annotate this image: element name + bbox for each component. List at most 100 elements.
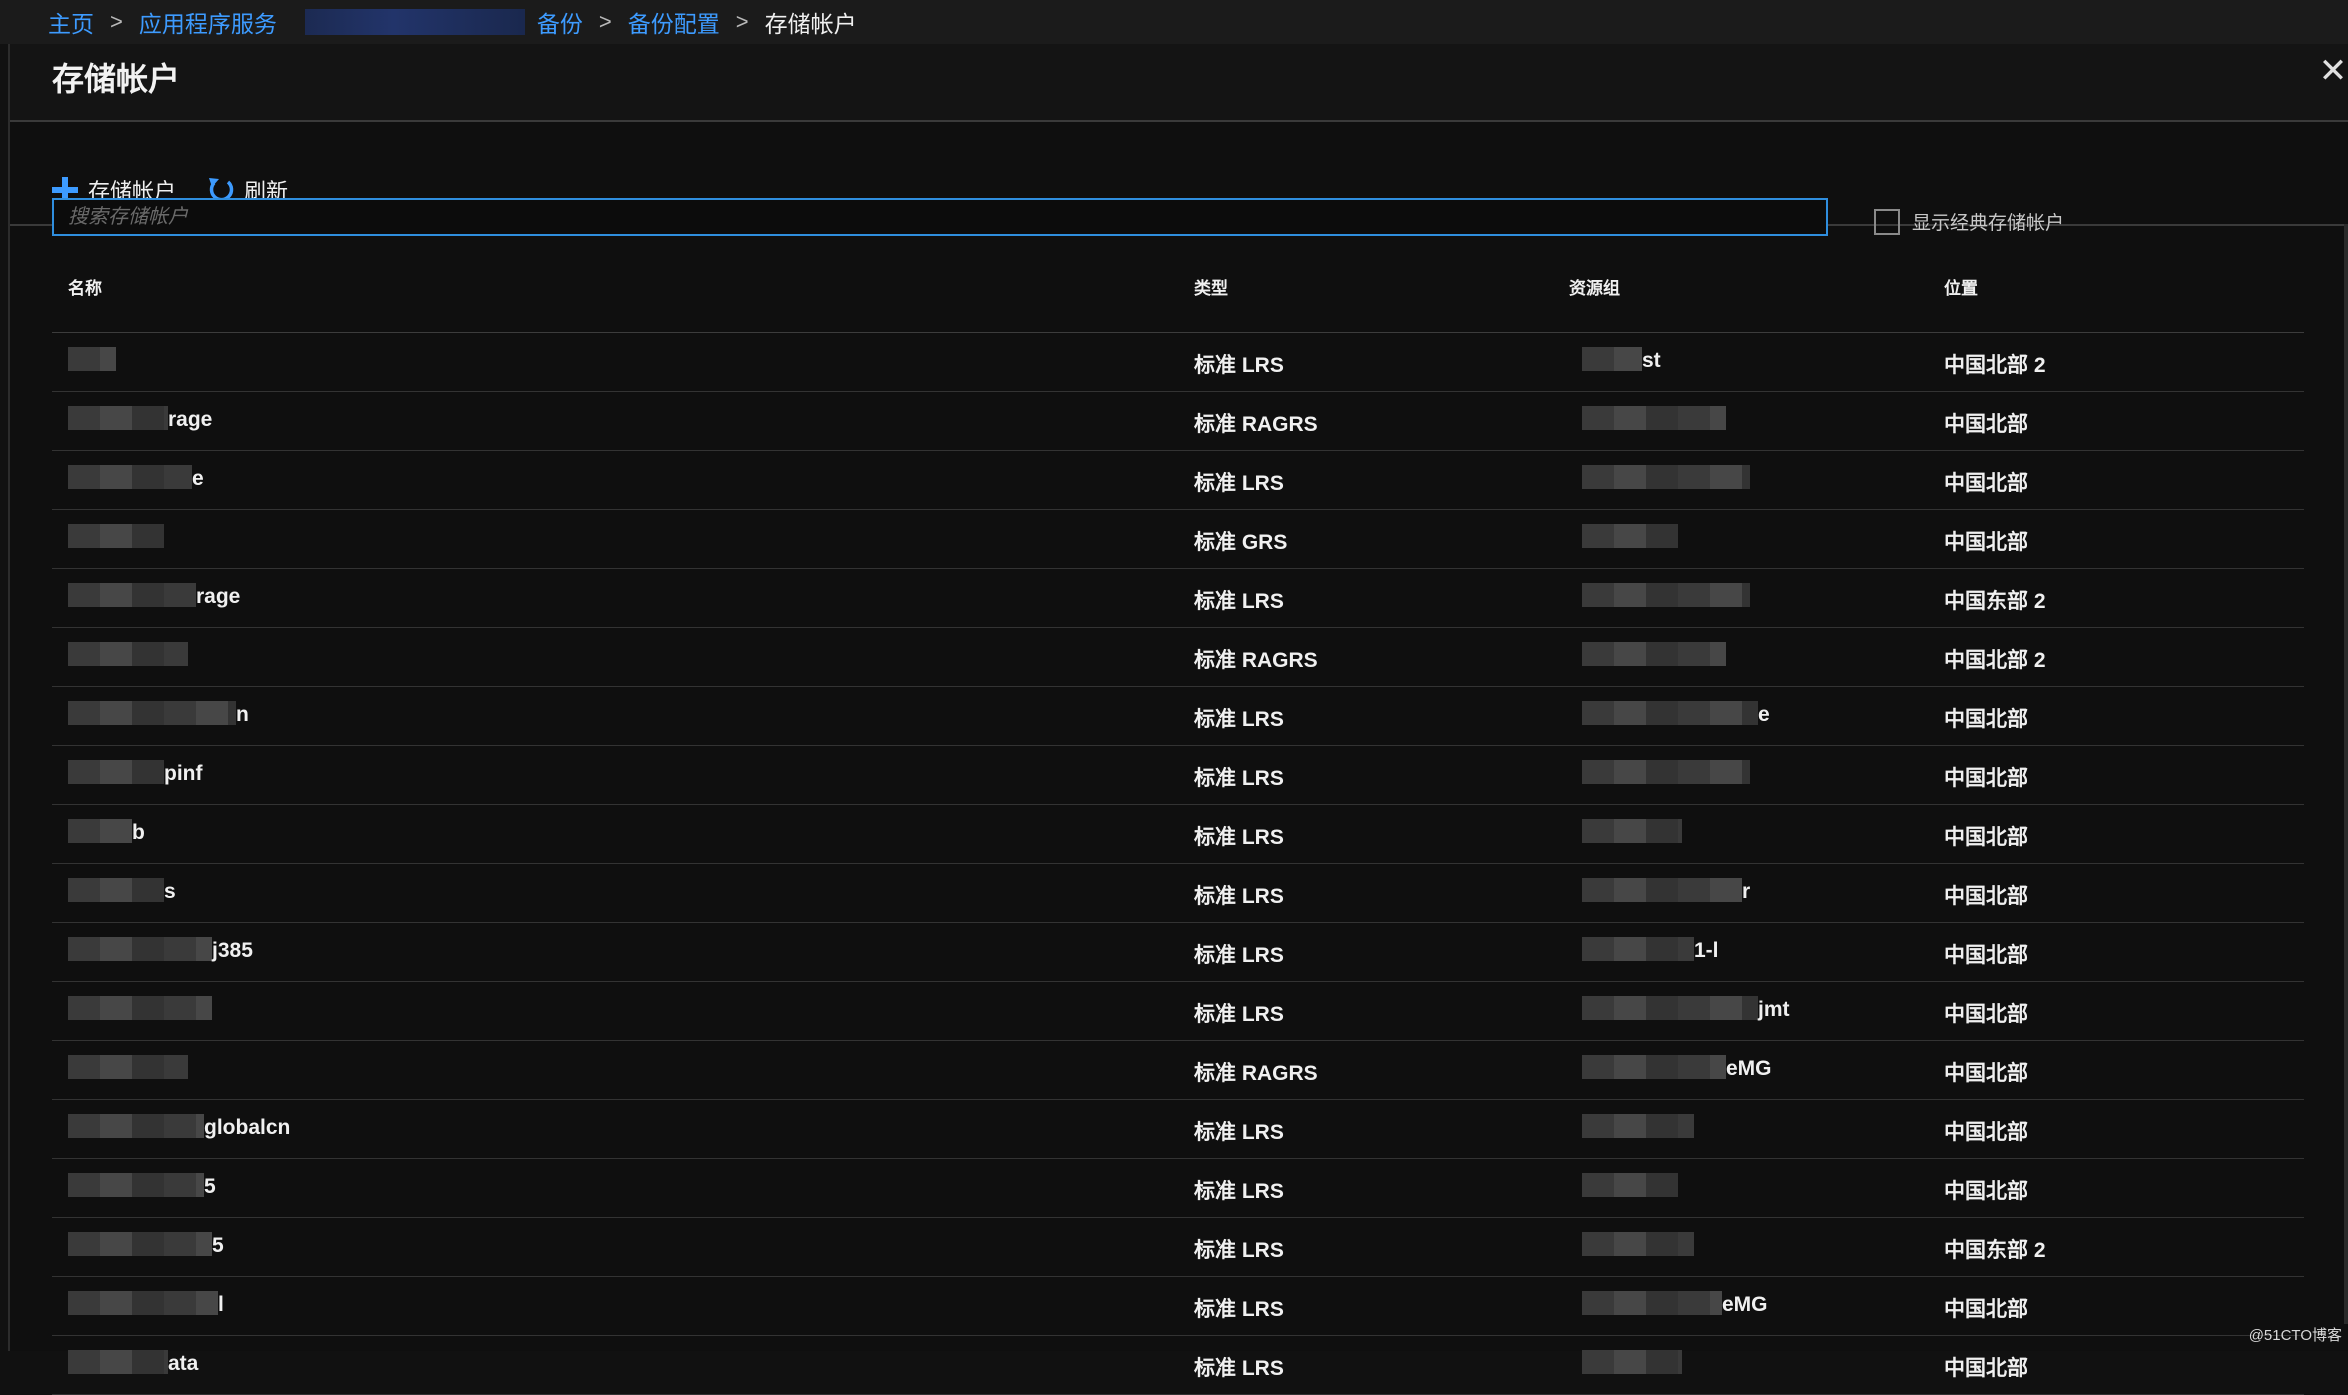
redacted-name-block [68,878,164,902]
table-row[interactable]: n 标准 LRS e 中国北部 [52,687,2304,746]
breadcrumb-separator: > [735,9,749,34]
redacted-resource-group-block [1582,642,1726,666]
breadcrumb-separator: > [110,9,123,34]
table-row[interactable]: ata 标准 LRS 中国北部 [52,1336,2304,1395]
redacted-name-block [68,465,192,489]
table-row[interactable]: j385 标准 LRS 1-l 中国北部 [52,923,2304,982]
redacted-name-block [68,1173,204,1197]
redacted-name-block [68,996,212,1020]
column-header-location[interactable]: 位置 [1944,274,1978,299]
cell-location: 中国北部 2 [1944,354,2046,377]
search-input[interactable] [52,198,1828,236]
scrollbar[interactable] [2344,224,2348,1324]
close-button[interactable]: ✕ [2316,54,2348,88]
cell-location: 中国北部 2 [1944,649,2046,672]
cell-resource-group: eMG [1722,1293,1768,1316]
cell-location: 中国北部 [1944,1357,2028,1380]
cell-type: 标准 RAGRS [1194,1062,1318,1085]
redacted-name-block [68,406,168,430]
cell-location: 中国北部 [1944,885,2028,908]
cell-resource-group: eMG [1726,1057,1772,1080]
cell-name: rage [168,408,213,431]
cell-type: 标准 LRS [1194,1003,1284,1026]
redacted-resource-group-block [1582,1114,1694,1138]
table-row[interactable]: 标准 GRS 中国北部 [52,510,2304,569]
cell-resource-group: e [1758,703,1770,726]
cell-type: 标准 LRS [1194,472,1284,495]
table-row[interactable]: 5 标准 LRS 中国东部 2 [52,1218,2304,1277]
cell-name: e [192,467,204,490]
redacted-name-block [68,1291,218,1315]
panel-title-bar: 存储帐户 ✕ [10,44,2348,122]
redacted-resource-group-block [1582,701,1758,725]
table-row[interactable]: globalcn 标准 LRS 中国北部 [52,1100,2304,1159]
cell-name: 5 [204,1175,216,1198]
cell-name: j385 [212,939,253,962]
table-row[interactable]: rage 标准 RAGRS 中国北部 [52,392,2304,451]
breadcrumb-home-link[interactable]: 主页 [48,5,94,39]
breadcrumb-backup-config-link[interactable]: 备份配置 [628,5,720,39]
cell-type: 标准 RAGRS [1194,649,1318,672]
table-header: 名称 类型 资源组 位置 [52,260,2304,333]
table-row[interactable]: e 标准 LRS 中国北部 [52,451,2304,510]
breadcrumb-current: 存储帐户 [764,11,857,37]
cell-type: 标准 LRS [1194,590,1284,613]
breadcrumb-separator: > [598,9,612,34]
cell-type: 标准 LRS [1194,1121,1284,1144]
table-row[interactable]: b 标准 LRS 中国北部 [52,805,2304,864]
cell-location: 中国北部 [1944,1121,2028,1144]
cell-location: 中国北部 [1944,767,2028,790]
column-header-resource-group[interactable]: 资源组 [1569,274,1620,299]
cell-type: 标准 LRS [1194,1239,1284,1262]
redacted-name-block [68,524,164,548]
redacted-resource-group-block [1582,878,1742,902]
table-row[interactable]: rage 标准 LRS 中国东部 2 [52,569,2304,628]
table-row[interactable]: pinf 标准 LRS 中国北部 [52,746,2304,805]
column-header-type[interactable]: 类型 [1194,274,1228,299]
table-row[interactable]: 标准 LRS jmt 中国北部 [52,982,2304,1041]
cell-name: rage [196,585,241,608]
redacted-name-block [68,583,196,607]
show-classic-checkbox[interactable] [1874,208,1900,235]
breadcrumb-backup-link[interactable]: 备份 [537,5,583,39]
redacted-resource-group-block [1582,583,1750,607]
storage-accounts-panel: 存储帐户 ✕ 存储帐户 刷新 显示经典存储帐户 名称 类型 资 [8,44,2348,1395]
table-row[interactable]: l 标准 LRS eMG 中国北部 [52,1277,2304,1336]
cell-location: 中国东部 2 [1944,590,2046,613]
table-row[interactable]: 标准 LRS st 中国北部 2 [52,333,2304,392]
table-row[interactable]: 标准 RAGRS eMG 中国北部 [52,1041,2304,1100]
breadcrumb-app-services-link[interactable]: 应用程序服务 [139,5,277,39]
show-classic-accounts-toggle[interactable]: 显示经典存储帐户 [1874,208,2064,235]
watermark: @51CTO博客 [2248,1327,2342,1344]
table-row[interactable]: 标准 RAGRS 中国北部 2 [52,628,2304,687]
redacted-name-block [68,347,116,371]
cell-name: b [132,821,145,844]
storage-accounts-table: 名称 类型 资源组 位置 标准 LRS st 中国北部 2 rage 标准 RAGRS 中… [52,260,2304,1395]
redacted-resource-group-block [1582,406,1726,430]
close-icon: ✕ [2318,52,2348,90]
redacted-name-block [68,642,188,666]
cell-location: 中国北部 [1944,472,2028,495]
cell-name: globalcn [204,1116,291,1139]
column-header-name[interactable]: 名称 [68,274,102,299]
cell-resource-group: 1-l [1694,939,1719,962]
redacted-name-block [68,1114,204,1138]
cell-name: s [164,880,176,903]
cell-type: 标准 LRS [1194,1298,1284,1321]
cell-location: 中国北部 [1944,531,2028,554]
cell-type: 标准 LRS [1194,1180,1284,1203]
redacted-name-block [68,819,132,843]
breadcrumb-redacted-app [304,9,525,35]
redacted-resource-group-block [1582,1055,1726,1079]
redacted-resource-group-block [1582,524,1678,548]
show-classic-label: 显示经典存储帐户 [1912,213,2065,234]
table-row[interactable]: s 标准 LRS r 中国北部 [52,864,2304,923]
table-row[interactable]: 5 标准 LRS 中国北部 [52,1159,2304,1218]
redacted-resource-group-block [1582,347,1642,371]
redacted-name-block [68,1232,212,1256]
redacted-resource-group-block [1582,1291,1722,1315]
redacted-name-block [68,701,236,725]
cell-type: 标准 RAGRS [1194,413,1318,436]
breadcrumb: 主页 > 应用程序服务 备份 > 备份配置 > 存储帐户 [0,0,2348,44]
redacted-resource-group-block [1582,1232,1694,1256]
